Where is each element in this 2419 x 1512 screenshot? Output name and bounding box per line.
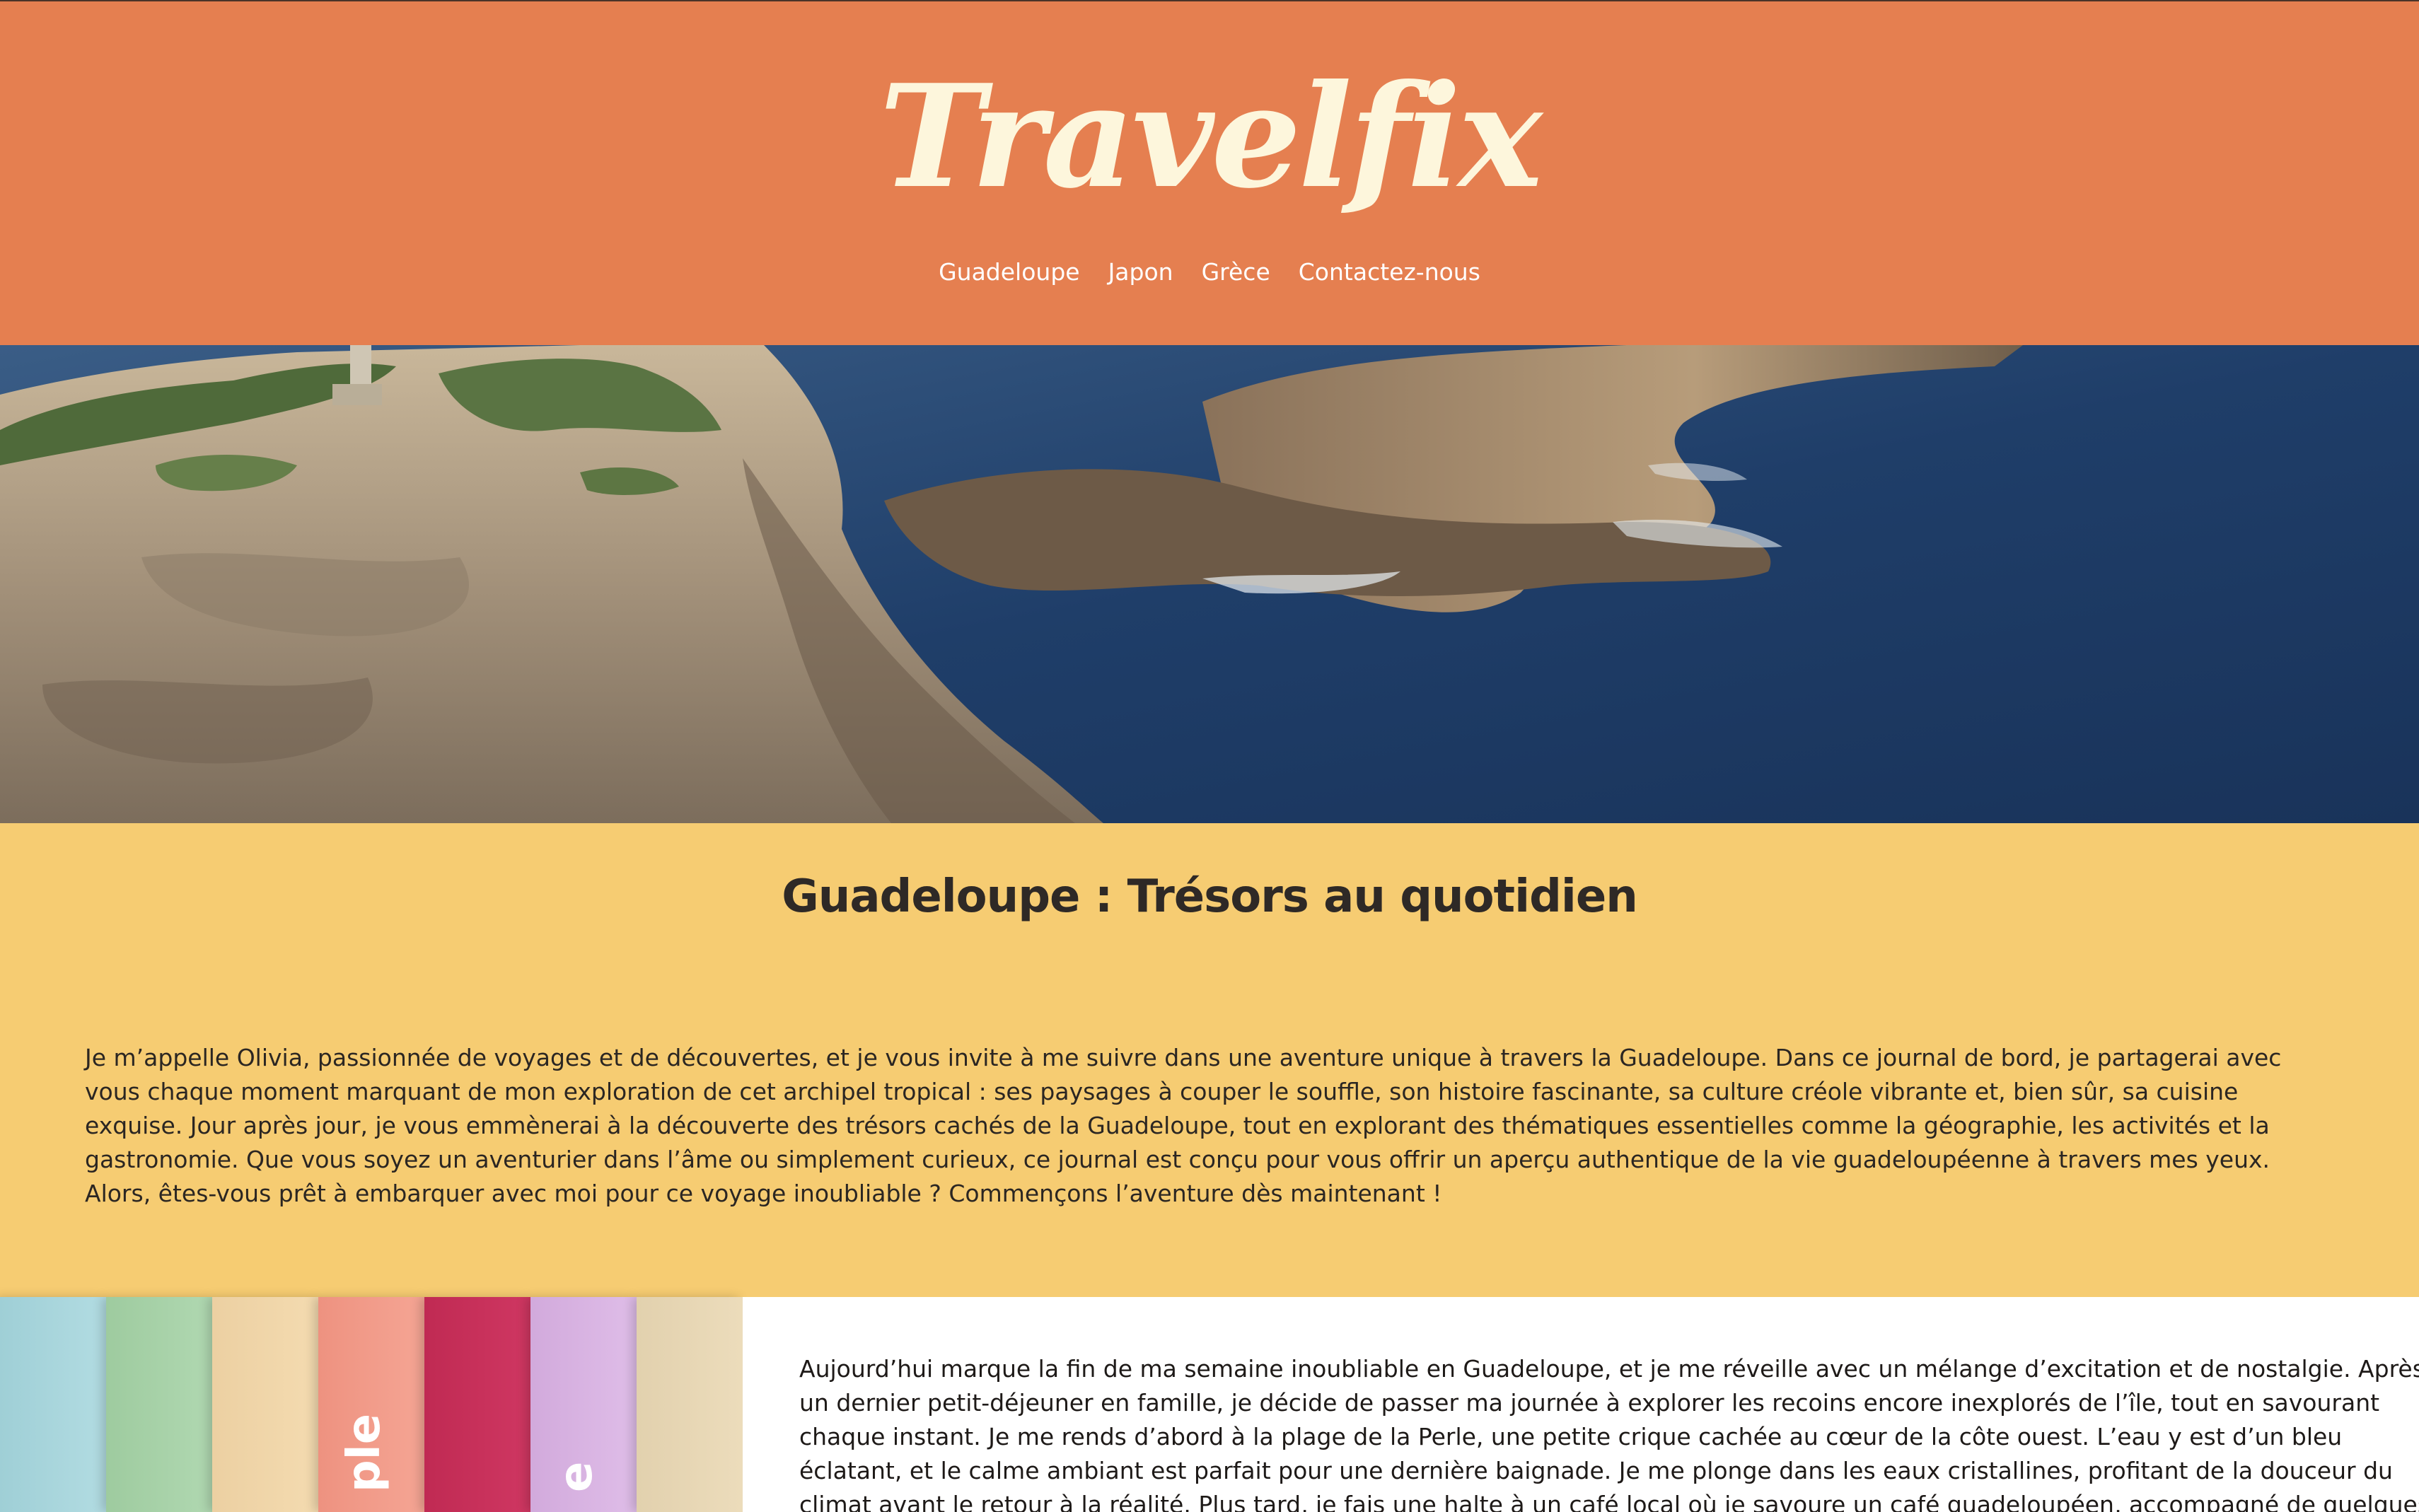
- journal-entry: Aujourd’hui marque la fin de ma semaine …: [743, 1297, 2419, 1512]
- stripe-6[interactable]: e: [530, 1297, 637, 1512]
- intro-paragraph: Je m’appelle Olivia, passionnée de voyag…: [85, 1044, 2282, 1207]
- stripe-7: [637, 1297, 743, 1512]
- stripe-3: [212, 1297, 318, 1512]
- main-nav: Guadeloupe Japon Grèce Contactez-nous: [0, 255, 2419, 290]
- journal-paragraph: Aujourd’hui marque la fin de ma semaine …: [799, 1355, 2419, 1512]
- nav-link-guadeloupe[interactable]: Guadeloupe: [939, 255, 1079, 290]
- stripe-1: [0, 1297, 106, 1512]
- site-header: Travelfix Guadeloupe Japon Grèce Contact…: [0, 0, 2419, 345]
- nav-link-grece[interactable]: Grèce: [1202, 255, 1270, 290]
- hero-image: [0, 345, 2419, 823]
- page-title: Guadeloupe : Trésors au quotidien: [782, 871, 1638, 923]
- nav-link-contact[interactable]: Contactez-nous: [1299, 255, 1480, 290]
- nav-link-japon[interactable]: Japon: [1108, 255, 1173, 290]
- stripe-2: [106, 1297, 212, 1512]
- stripe-label: e: [550, 1461, 603, 1492]
- intro-section: Guadeloupe : Trésors au quotidien Je m’a…: [0, 823, 2419, 1297]
- stripe-5: [424, 1297, 530, 1512]
- brand-logo[interactable]: Travelfix: [0, 66, 2419, 208]
- coastline-illustration: [0, 345, 2419, 823]
- stripe-label: ple: [338, 1413, 390, 1492]
- stripe-4[interactable]: ple: [318, 1297, 424, 1512]
- color-stripe-panel: ple e: [0, 1297, 743, 1512]
